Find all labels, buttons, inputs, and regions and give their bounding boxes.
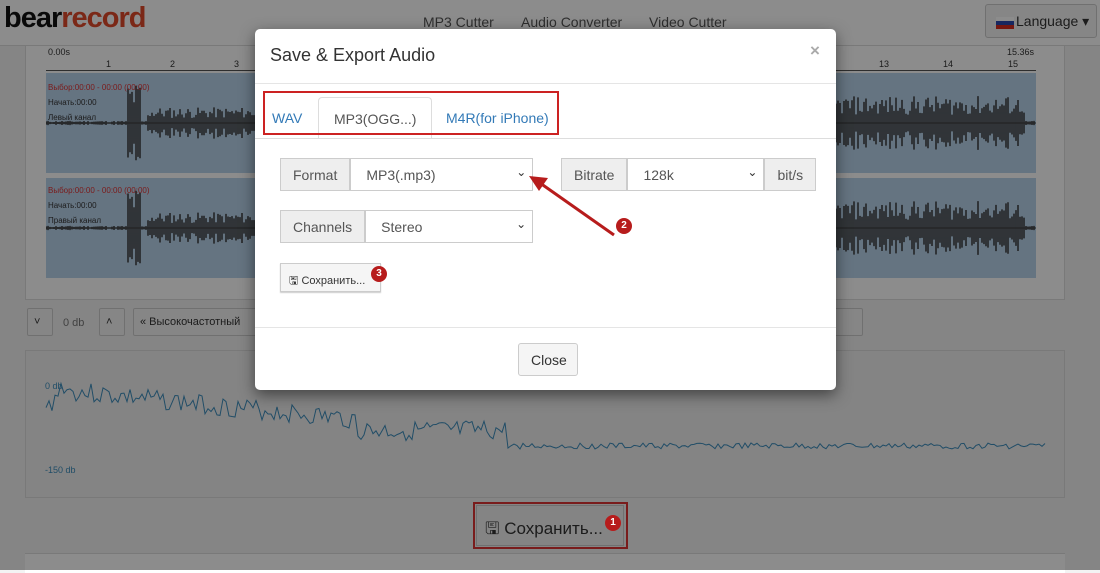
format-label: Format xyxy=(280,158,351,191)
divider xyxy=(255,83,836,84)
floppy-disk-icon: 🖫 xyxy=(289,275,299,287)
bitrate-value: 128k xyxy=(643,167,674,183)
bitrate-unit: bit/s xyxy=(764,158,817,191)
modal-save-label: Сохранить... xyxy=(301,275,366,287)
annotation-badge-2: 2 xyxy=(616,218,632,234)
bitrate-select[interactable]: 128k ⌄ xyxy=(627,158,765,191)
save-export-modal: Save & Export Audio × WAV MP3(OGG...) M4… xyxy=(255,29,836,390)
bitrate-label: Bitrate xyxy=(561,158,628,191)
annotation-badge-3: 3 xyxy=(371,266,387,282)
close-icon[interactable]: × xyxy=(810,41,820,61)
channels-value: Stereo xyxy=(381,219,423,235)
modal-save-button[interactable]: 🖫 Сохранить... xyxy=(280,263,381,292)
format-group: Format MP3(.mp3) ⌄ xyxy=(280,158,534,191)
modal-title: Save & Export Audio xyxy=(270,45,436,65)
chevron-down-icon: ⌄ xyxy=(516,165,527,179)
format-select[interactable]: MP3(.mp3) ⌄ xyxy=(350,158,534,191)
bitrate-group: Bitrate 128k ⌄ bit/s xyxy=(561,158,817,191)
channels-select[interactable]: Stereo ⌄ xyxy=(365,210,534,243)
format-value: MP3(.mp3) xyxy=(366,167,436,183)
close-button[interactable]: Close xyxy=(518,343,578,376)
chevron-down-icon: ⌄ xyxy=(516,217,527,231)
tab-divider xyxy=(255,138,836,139)
channels-group: Channels Stereo ⌄ xyxy=(280,210,534,243)
divider xyxy=(255,327,836,328)
chevron-down-icon: ⌄ xyxy=(747,165,758,179)
channels-label: Channels xyxy=(280,210,366,243)
annotation-badge-1: 1 xyxy=(605,515,621,531)
annotation-highlight-box xyxy=(263,91,559,135)
